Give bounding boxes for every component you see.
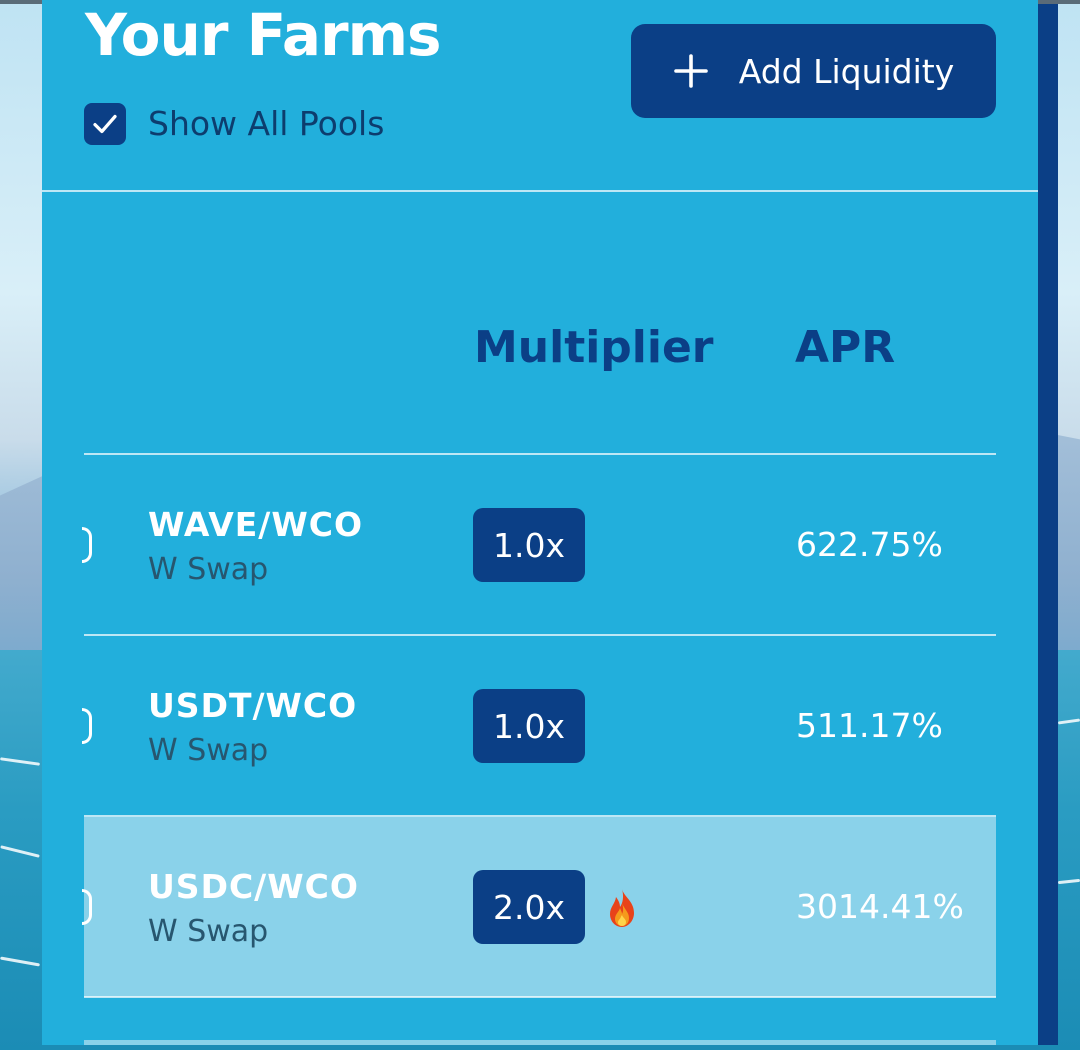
multiplier-badge: 1.0x xyxy=(473,689,586,763)
pair-source: W Swap xyxy=(148,552,269,587)
table-row[interactable]: USDC/WCO W Swap 2.0x 3014.41% xyxy=(82,817,996,997)
fire-icon xyxy=(610,889,634,927)
token-logo-edge xyxy=(82,527,92,563)
scrollbar[interactable] xyxy=(1038,4,1058,1045)
column-header-multiplier[interactable]: Multiplier xyxy=(474,320,714,376)
pair-name: WAVE/WCO xyxy=(148,505,364,544)
show-all-pools-checkbox[interactable] xyxy=(84,103,126,145)
pair-name: USDT/WCO xyxy=(148,686,358,725)
token-logo-edge xyxy=(82,708,92,744)
next-table-row-edge xyxy=(84,1040,996,1045)
add-liquidity-label: Add Liquidity xyxy=(738,51,955,91)
apr-value: 3014.41% xyxy=(796,887,964,926)
add-liquidity-button[interactable]: Add Liquidity xyxy=(631,24,996,118)
multiplier-badge: 2.0x xyxy=(473,870,586,944)
apr-value: 622.75% xyxy=(796,525,943,564)
table-row[interactable]: WAVE/WCO W Swap 1.0x 622.75% xyxy=(82,455,996,635)
table-divider xyxy=(84,996,996,998)
pair-source: W Swap xyxy=(148,733,269,768)
pair-name: USDC/WCO xyxy=(148,867,359,906)
header-divider xyxy=(42,190,1038,192)
table-row[interactable]: USDT/WCO W Swap 1.0x 511.17% xyxy=(82,636,996,816)
multiplier-badge: 1.0x xyxy=(473,508,586,582)
page-title: Your Farms xyxy=(85,1,442,69)
plus-icon xyxy=(673,54,708,88)
show-all-pools-label[interactable]: Show All Pools xyxy=(148,103,384,145)
apr-value: 511.17% xyxy=(796,706,943,745)
column-header-apr[interactable]: APR xyxy=(795,320,895,376)
token-logo-edge xyxy=(82,889,92,925)
pair-source: W Swap xyxy=(148,914,269,949)
checkmark-icon xyxy=(93,114,117,134)
